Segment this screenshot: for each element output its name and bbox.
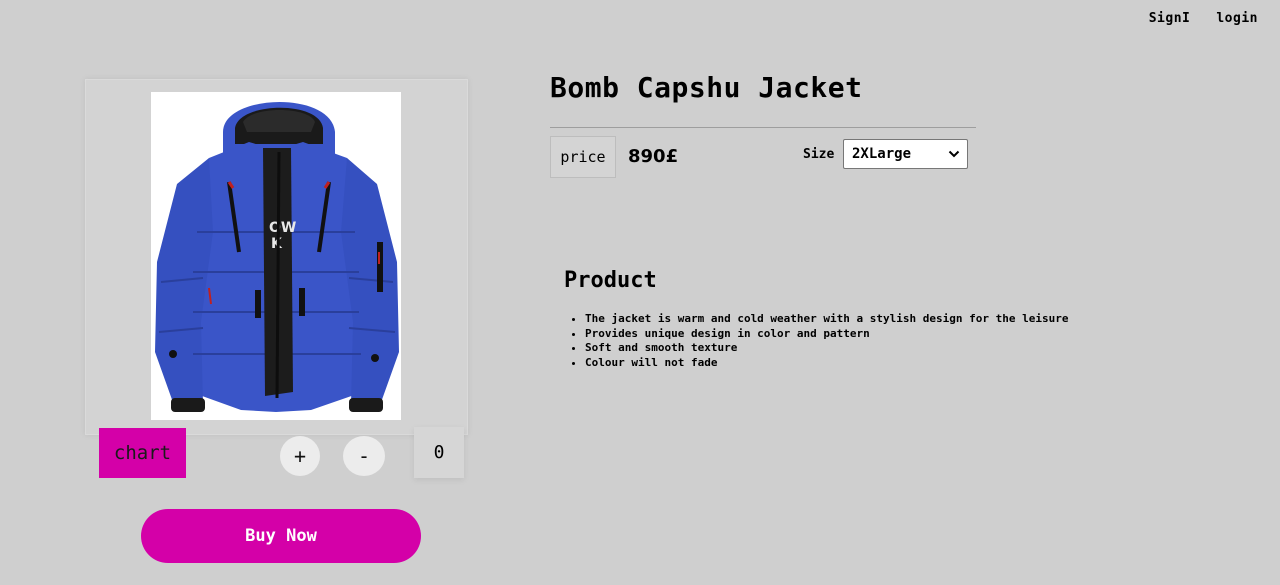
product-image: OW K: [151, 92, 401, 420]
svg-text:OW: OW: [269, 220, 296, 236]
title-divider: [550, 127, 976, 128]
jacket-image: OW K: [155, 101, 399, 412]
decrease-quantity-button[interactable]: -: [343, 436, 385, 476]
increase-quantity-button[interactable]: +: [280, 436, 320, 476]
size-label: Size: [803, 147, 835, 162]
buy-now-button[interactable]: Buy Now: [141, 509, 421, 563]
price-value: 890£: [628, 146, 679, 167]
description-title: Product: [564, 268, 657, 293]
list-item: Provides unique design in color and patt…: [585, 327, 1068, 342]
chevron-down-icon: [948, 150, 960, 158]
login-link[interactable]: login: [1216, 11, 1258, 26]
quantity-display: 0: [414, 427, 464, 478]
list-item: Soft and smooth texture: [585, 341, 1068, 356]
size-select[interactable]: 2XLarge: [843, 139, 968, 169]
price-label: price: [550, 136, 616, 178]
list-item: The jacket is warm and cold weather with…: [585, 312, 1068, 327]
chart-button[interactable]: chart: [99, 428, 186, 478]
list-item: Colour will not fade: [585, 356, 1068, 371]
top-nav: SignI login: [1149, 11, 1258, 26]
signin-link[interactable]: SignI: [1149, 11, 1191, 26]
feature-list: The jacket is warm and cold weather with…: [564, 312, 1068, 370]
product-title: Bomb Capshu Jacket: [550, 71, 863, 104]
product-image-panel: OW K: [85, 79, 468, 435]
size-select-value: 2XLarge: [852, 146, 912, 162]
